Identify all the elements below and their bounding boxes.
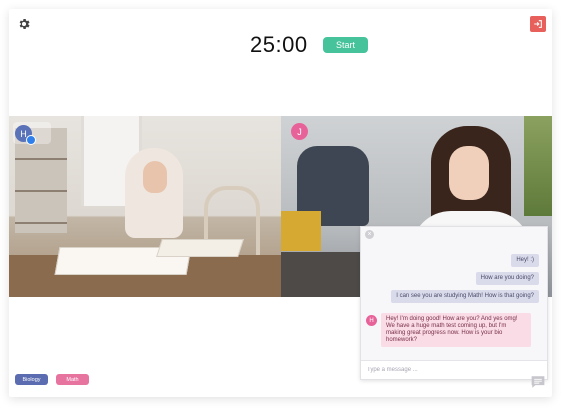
notebook (156, 239, 244, 257)
subject-tag-biology[interactable]: Biology (15, 374, 48, 385)
exit-icon (534, 20, 542, 28)
table (281, 252, 371, 297)
student-face (449, 146, 489, 200)
exit-button[interactable] (530, 16, 546, 32)
timer: 25:00 (250, 32, 308, 57)
participant-avatar-j[interactable]: J (291, 123, 308, 140)
video-feed-left: H (9, 116, 281, 297)
student-face (143, 161, 167, 193)
chat-message-in: Hey! I'm doing good! How are you? And ye… (381, 313, 531, 347)
plant (524, 116, 552, 216)
chat-input[interactable] (361, 360, 547, 379)
close-icon[interactable]: × (365, 230, 374, 239)
online-badge (26, 135, 36, 145)
study-room-card: 25:00 Start H J × Hey! :) How are you do… (9, 9, 552, 397)
couch (281, 211, 321, 251)
start-button[interactable]: Start (323, 37, 368, 53)
chat-message-out: How are you doing? (475, 272, 539, 285)
gear-icon[interactable] (17, 17, 31, 31)
chat-panel: × Hey! :) How are you doing? I can see y… (360, 226, 548, 380)
chat-message-out: I can see you are studying Math! How is … (391, 290, 539, 303)
chat-message-out: Hey! :) (511, 254, 539, 267)
chat-avatar: H (366, 315, 377, 326)
subject-tag-math[interactable]: Math (56, 374, 89, 385)
chat-bubble-icon[interactable] (530, 375, 546, 389)
